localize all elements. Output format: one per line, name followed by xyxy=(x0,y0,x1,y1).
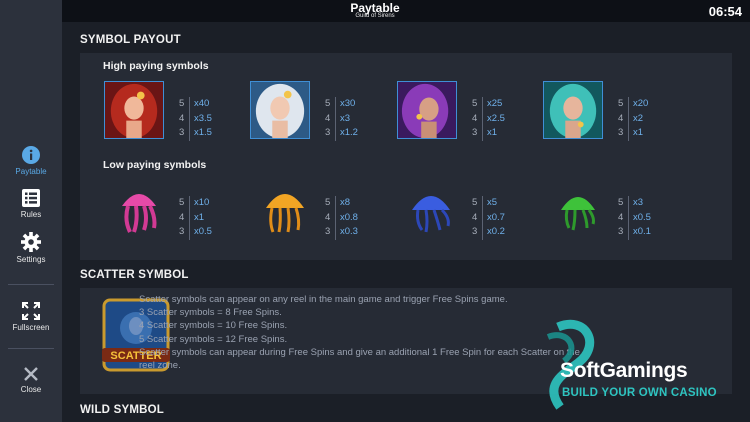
info-icon xyxy=(22,146,40,164)
game-name: Guild of Sirens xyxy=(355,13,395,19)
fullscreen-icon xyxy=(22,302,40,320)
white-siren-payouts: 5 x30 4 x3 3 x1.2 xyxy=(325,97,358,141)
sidebar-item-rules[interactable]: Rules xyxy=(0,189,62,219)
low-paying-heading: Low paying symbols xyxy=(103,159,207,171)
purple-siren-payouts: 5 x25 4 x2.5 3 x1 xyxy=(472,97,505,141)
sidebar-label: Fullscreen xyxy=(12,323,50,332)
orange-jellyfish-icon xyxy=(262,184,308,236)
symbol-payout-panel: High paying symbols 5x40 4x3.5 3x1.5 xyxy=(80,53,732,260)
sidebar-label: Rules xyxy=(20,210,42,219)
orange-jellyfish-payouts: 5 x8 4 x0.8 3 x0.3 xyxy=(325,196,358,240)
wild-symbol-heading: WILD SYMBOL xyxy=(80,404,164,416)
sidebar-divider xyxy=(8,348,54,349)
watermark-name: SoftGamings xyxy=(560,359,688,382)
sidebar-item-close[interactable]: Close xyxy=(0,366,62,394)
sidebar-label: Close xyxy=(20,385,42,394)
green-jellyfish-icon xyxy=(555,184,601,236)
blue-jellyfish-icon xyxy=(408,184,454,236)
scatter-symbol-heading: SCATTER SYMBOL xyxy=(80,269,189,281)
red-siren-payouts: 5 x40 4 x3.5 3 x1.5 xyxy=(179,97,212,141)
high-paying-heading: High paying symbols xyxy=(103,60,209,72)
list-icon xyxy=(22,189,40,207)
white-siren-icon xyxy=(250,81,310,139)
green-jellyfish-payouts: 5 x3 4 x0.5 3 x0.1 xyxy=(618,196,651,240)
sidebar-item-fullscreen[interactable]: Fullscreen xyxy=(0,302,62,332)
scatter-line: Scatter symbols can appear on any reel i… xyxy=(139,294,508,305)
symbol-payout-heading: SYMBOL PAYOUT xyxy=(80,34,181,46)
clock: 06:54 xyxy=(708,4,742,19)
red-siren-icon xyxy=(104,81,164,139)
sidebar-divider xyxy=(8,284,54,285)
close-icon xyxy=(24,367,38,381)
pink-jellyfish-icon xyxy=(116,184,162,236)
teal-siren-icon xyxy=(543,81,603,139)
sidebar-label: Paytable xyxy=(15,167,47,176)
gear-icon xyxy=(21,232,41,252)
sidebar-label: Settings xyxy=(16,255,46,264)
sidebar-item-settings[interactable]: Settings xyxy=(0,232,62,264)
softgamings-watermark: SoftGamings BUILD YOUR OWN CASINO xyxy=(536,315,736,410)
paytable-screen: SYMBOL PAYOUT High paying symbols 5 x40 4… xyxy=(0,0,750,422)
title-bar: Paytable Guild of Sirens 06:54 xyxy=(0,0,750,22)
sidebar: Paytable Rules Settings Fullscreen Close xyxy=(0,0,62,422)
watermark-tagline: BUILD YOUR OWN CASINO xyxy=(562,387,717,399)
sidebar-item-paytable[interactable]: Paytable xyxy=(0,146,62,176)
purple-siren-icon xyxy=(397,81,457,139)
teal-siren-payouts: 5 x20 4 x2 3 x1 xyxy=(618,97,648,141)
pink-jellyfish-payouts: 5 x10 4 x1 3 x0.5 xyxy=(179,196,212,240)
blue-jellyfish-payouts: 5 x5 4 x0.7 3 x0.2 xyxy=(472,196,505,240)
